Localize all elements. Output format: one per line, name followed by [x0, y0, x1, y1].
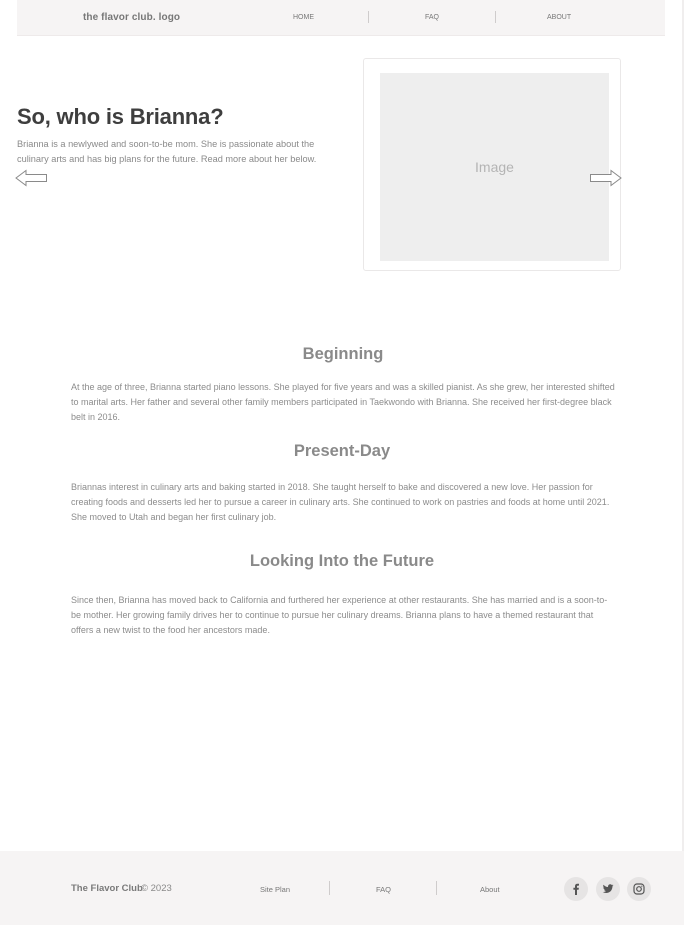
site-footer: The Flavor Club © 2023 Site Plan FAQ Abo…: [0, 851, 684, 925]
footer-divider: [329, 881, 330, 895]
hero-image-card: Image: [363, 58, 621, 271]
nav-about-link[interactable]: ABOUT: [547, 14, 571, 21]
image-placeholder-label: Image: [475, 159, 514, 175]
section-heading-future: Looking Into the Future: [249, 552, 435, 570]
instagram-button[interactable]: [627, 877, 651, 901]
section-text-beginning: At the age of three, Brianna started pia…: [71, 382, 615, 422]
section-heading-present-day: Present-Day: [293, 442, 391, 460]
nav-home-link[interactable]: HOME: [293, 14, 314, 21]
arrow-left-icon: [15, 169, 47, 187]
footer-brand: The Flavor Club: [71, 883, 143, 894]
image-placeholder: Image: [380, 73, 609, 261]
footer-about-link[interactable]: About: [480, 885, 500, 894]
nav-divider: [368, 11, 369, 23]
twitter-button[interactable]: [596, 877, 620, 901]
hero-description: Brianna is a newlywed and soon-to-be mom…: [17, 139, 317, 164]
arrow-right-icon: [590, 169, 622, 187]
section-heading-beginning: Beginning: [302, 345, 384, 363]
site-header: the flavor club. logo HOME FAQ ABOUT: [17, 0, 665, 36]
nav-faq-link[interactable]: FAQ: [425, 14, 439, 21]
footer-divider: [436, 881, 437, 895]
footer-faq-link[interactable]: FAQ: [376, 885, 391, 894]
carousel-prev-button[interactable]: [15, 169, 48, 187]
facebook-icon: [573, 883, 579, 895]
twitter-icon: [602, 884, 614, 893]
nav-divider: [495, 11, 496, 23]
section-text-present-day: Briannas interest in culinary arts and b…: [71, 482, 610, 522]
carousel-next-button[interactable]: [589, 169, 622, 187]
hero-title: So, who is Brianna?: [17, 104, 224, 129]
footer-site-plan-link[interactable]: Site Plan: [260, 885, 290, 894]
section-text-future: Since then, Brianna has moved back to Ca…: [71, 595, 608, 635]
instagram-icon: [633, 883, 645, 895]
facebook-button[interactable]: [564, 877, 588, 901]
site-logo[interactable]: the flavor club. logo: [83, 12, 180, 23]
footer-copyright: © 2023: [141, 883, 172, 894]
